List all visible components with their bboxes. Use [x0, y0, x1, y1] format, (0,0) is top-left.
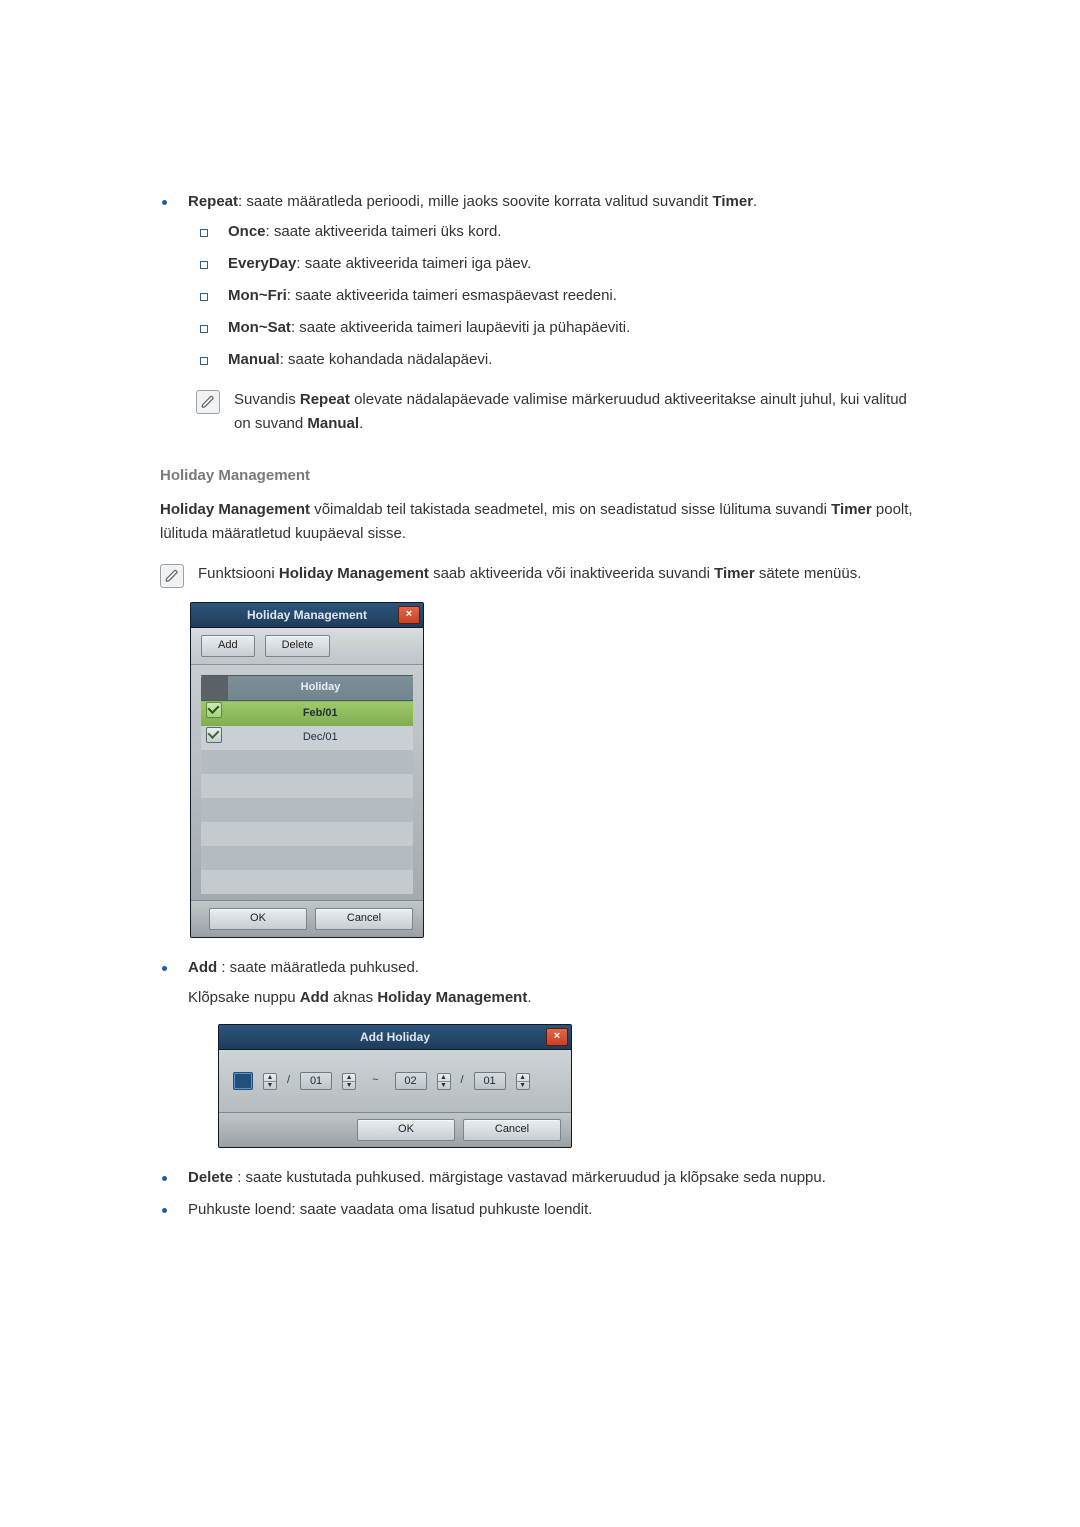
repeat-intro-timer: Timer	[712, 193, 753, 210]
monsat-label: Mon~Sat	[228, 319, 291, 336]
table-row	[201, 822, 413, 846]
manual-label: Manual	[228, 351, 280, 368]
repeat-note-b2: Manual	[307, 415, 359, 432]
hm-note-mid: saab aktiveerida või inaktiveerida suvan…	[429, 565, 714, 582]
list-bullet-text: Puhkuste loend: saate vaadata oma lisatu…	[188, 1198, 920, 1222]
from-month-stepper[interactable]: ▲▼	[263, 1073, 277, 1090]
to-day-field[interactable]: 01	[474, 1072, 506, 1090]
repeat-sub-everyday: EveryDay: saate aktiveerida taimeri iga …	[196, 252, 920, 276]
to-day-stepper[interactable]: ▲▼	[516, 1073, 530, 1090]
add-bullet-label: Add	[188, 959, 217, 976]
checkbox-header[interactable]	[201, 676, 228, 701]
hm-paragraph: Holiday Management võimaldab teil takist…	[160, 498, 920, 546]
dialog-title: Holiday Management	[223, 603, 391, 627]
table-row	[201, 870, 413, 894]
dialog-titlebar: Add Holiday ×	[219, 1025, 571, 1050]
hm-note-tail: sätete menüüs.	[755, 565, 862, 582]
dialog-titlebar: Holiday Management ×	[191, 603, 423, 628]
to-month-field[interactable]: 02	[395, 1072, 427, 1090]
add-line2-tail: .	[527, 989, 531, 1006]
hm-note-pre: Funktsiooni	[198, 565, 279, 582]
monsat-desc: : saate aktiveerida taimeri laupäeviti j…	[291, 319, 630, 336]
repeat-sub-monsat: Mon~Sat: saate aktiveerida taimeri laupä…	[196, 316, 920, 340]
ah-footer: OK Cancel	[219, 1112, 571, 1147]
hm-note-b1: Holiday Management	[279, 565, 429, 582]
hm-toolbar: Add Delete	[191, 628, 423, 665]
from-day-stepper[interactable]: ▲▼	[342, 1073, 356, 1090]
pencil-icon	[196, 390, 220, 414]
hm-para-b1: Holiday Management	[160, 501, 310, 518]
table-row	[201, 774, 413, 798]
add-bullet-desc: : saate määratleda puhkused.	[217, 959, 419, 976]
holiday-cell: Feb/01	[228, 701, 414, 726]
close-icon[interactable]: ×	[546, 1028, 568, 1046]
repeat-note: Suvandis Repeat olevate nädalapäevade va…	[196, 388, 920, 436]
repeat-sub-manual: Manual: saate kohandada nädalapäevi.	[196, 348, 920, 372]
list-bullet: Puhkuste loend: saate vaadata oma lisatu…	[160, 1198, 920, 1222]
add-button[interactable]: Add	[201, 635, 255, 657]
slash: /	[287, 1072, 290, 1090]
once-desc: : saate aktiveerida taimeri üks kord.	[266, 223, 502, 240]
repeat-label: Repeat	[188, 193, 238, 210]
table-row	[201, 846, 413, 870]
add-line2-b1: Add	[300, 989, 329, 1006]
close-icon[interactable]: ×	[398, 606, 420, 624]
cancel-button[interactable]: Cancel	[463, 1119, 561, 1141]
once-label: Once	[228, 223, 266, 240]
row-checkbox[interactable]	[206, 727, 222, 743]
add-line2-b2: Holiday Management	[377, 989, 527, 1006]
add-line2-mid: aknas	[329, 989, 377, 1006]
repeat-note-tail: .	[359, 415, 363, 432]
everyday-desc: : saate aktiveerida taimeri iga päev.	[296, 255, 531, 272]
holiday-table: Holiday Feb/01 Dec/01	[201, 675, 413, 894]
delete-bullet-desc: : saate kustutada puhkused. märgistage v…	[233, 1169, 826, 1186]
repeat-item: Repeat: saate määratleda perioodi, mille…	[160, 190, 920, 436]
hm-note-b2: Timer	[714, 565, 755, 582]
holiday-cell: Dec/01	[228, 726, 414, 751]
from-day-field[interactable]: 01	[300, 1072, 332, 1090]
hm-note: Funktsiooni Holiday Management saab akti…	[160, 562, 920, 588]
hm-body: Holiday Feb/01 Dec/01	[191, 665, 423, 900]
repeat-note-text: Suvandis Repeat olevate nädalapäevade va…	[234, 388, 920, 436]
table-row	[201, 798, 413, 822]
hm-note-text: Funktsiooni Holiday Management saab akti…	[198, 562, 920, 588]
table-header-row: Holiday	[201, 676, 413, 701]
hm-heading: Holiday Management	[160, 464, 920, 488]
cancel-button[interactable]: Cancel	[315, 908, 413, 930]
add-line2-pre: Klõpsake nuppu	[188, 989, 300, 1006]
delete-button[interactable]: Delete	[265, 635, 331, 657]
dialog-title: Add Holiday	[336, 1025, 454, 1049]
everyday-label: EveryDay	[228, 255, 296, 272]
add-bullet: Add : saate määratleda puhkused. Klõpsak…	[160, 956, 920, 1148]
ah-body: ▲▼ / 01 ▲▼ ~ 02 ▲▼ / 01 ▲▼	[219, 1050, 571, 1112]
repeat-intro-tail: .	[753, 193, 757, 210]
repeat-sub-monfri: Mon~Fri: saate aktiveerida taimeri esmas…	[196, 284, 920, 308]
holiday-management-dialog: Holiday Management × Add Delete Holiday …	[190, 602, 424, 938]
ok-button[interactable]: OK	[357, 1119, 455, 1141]
hm-footer: OK Cancel	[191, 900, 423, 937]
monfri-desc: : saate aktiveerida taimeri esmaspäevast…	[287, 287, 617, 304]
table-row[interactable]: Feb/01	[201, 701, 413, 726]
manual-desc: : saate kohandada nädalapäevi.	[280, 351, 493, 368]
monfri-label: Mon~Fri	[228, 287, 287, 304]
delete-bullet-label: Delete	[188, 1169, 233, 1186]
hm-para-b2: Timer	[831, 501, 872, 518]
ok-button[interactable]: OK	[209, 908, 307, 930]
repeat-note-pre: Suvandis	[234, 391, 300, 408]
table-row[interactable]: Dec/01	[201, 726, 413, 751]
slash: /	[461, 1072, 464, 1090]
range-tilde: ~	[366, 1072, 384, 1090]
to-month-stepper[interactable]: ▲▼	[437, 1073, 451, 1090]
pencil-icon	[160, 564, 184, 588]
calendar-icon[interactable]	[233, 1072, 253, 1090]
repeat-note-b1: Repeat	[300, 391, 350, 408]
repeat-sub-once: Once: saate aktiveerida taimeri üks kord…	[196, 220, 920, 244]
table-row	[201, 750, 413, 774]
hm-para-mid: võimaldab teil takistada seadmetel, mis …	[310, 501, 831, 518]
holiday-header: Holiday	[228, 676, 414, 701]
delete-bullet: Delete : saate kustutada puhkused. märgi…	[160, 1166, 920, 1190]
repeat-intro-1: : saate määratleda perioodi, mille jaoks…	[238, 193, 712, 210]
row-checkbox[interactable]	[206, 702, 222, 718]
add-holiday-dialog: Add Holiday × ▲▼ / 01 ▲▼ ~ 02 ▲▼ / 01	[218, 1024, 572, 1148]
